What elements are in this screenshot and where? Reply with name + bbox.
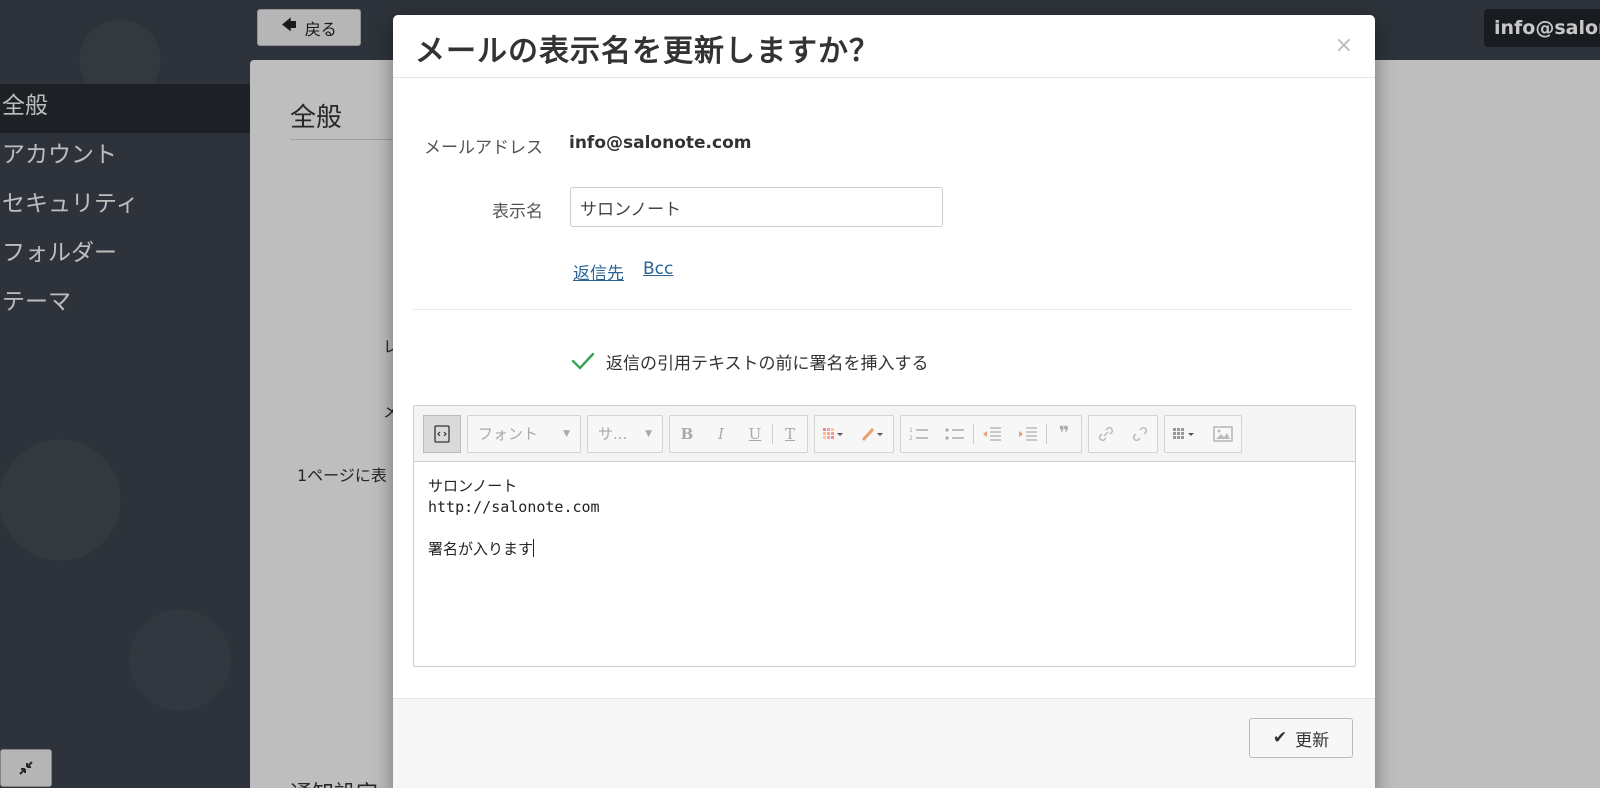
insert-link-button[interactable] xyxy=(1089,416,1123,452)
image-icon xyxy=(1213,425,1233,442)
checkmark-icon[interactable] xyxy=(570,348,596,374)
caret-down-icon: ▼ xyxy=(563,428,570,439)
dialog-header: メールの表示名を更新しますか？ × xyxy=(393,15,1375,78)
color-group xyxy=(814,414,894,453)
display-name-label: 表示名 xyxy=(492,202,543,222)
update-display-name-dialog: メールの表示名を更新しますか？ × メールアドレス info@salonote.… xyxy=(393,15,1375,788)
insert-image-button[interactable] xyxy=(1205,416,1241,452)
size-select-label: サ... xyxy=(598,425,628,443)
signature-line: http://salonote.com xyxy=(428,498,600,516)
font-select[interactable]: フォント ▼ xyxy=(467,414,581,453)
bcc-link[interactable]: Bcc xyxy=(643,259,673,279)
update-button[interactable]: ✔ 更新 xyxy=(1249,718,1353,758)
bold-button[interactable]: B xyxy=(670,416,704,452)
section-divider xyxy=(413,309,1353,310)
signature-editor: フォント ▼ サ... ▼ B I U T 1 2 ❞ サロンノート http:… xyxy=(413,405,1356,667)
dialog-footer: ✔ 更新 xyxy=(393,698,1375,788)
svg-text:1: 1 xyxy=(909,427,913,434)
insert-signature-label: 返信の引用テキストの前に署名を挿入する xyxy=(606,353,929,374)
close-icon[interactable]: × xyxy=(1335,35,1353,57)
display-name-input[interactable] xyxy=(570,187,943,227)
signature-editor-content[interactable]: サロンノート http://salonote.com 署名が入ります xyxy=(414,462,1355,574)
list-indent-group: 1 2 ❞ xyxy=(900,414,1082,453)
font-select-label: フォント xyxy=(478,425,539,443)
indent-icon xyxy=(1019,426,1037,441)
italic-button[interactable]: I xyxy=(704,416,738,452)
brush-icon xyxy=(861,427,883,441)
link-icon xyxy=(1098,426,1114,441)
insert-signature-checkbox[interactable]: 返信の引用テキストの前に署名を挿入する xyxy=(570,348,929,374)
source-code-icon xyxy=(434,424,450,443)
ordered-list-button[interactable]: 1 2 xyxy=(901,416,937,452)
reply-to-link[interactable]: 返信先 xyxy=(573,259,624,284)
update-button-label: 更新 xyxy=(1295,730,1330,751)
bullet-list-icon xyxy=(945,427,964,440)
link-group xyxy=(1088,414,1158,453)
text-format-group: B I U T xyxy=(669,414,808,453)
signature-line: 署名が入ります xyxy=(428,540,534,558)
checkmark-icon: ✔ xyxy=(1272,728,1288,748)
text-caret xyxy=(533,539,535,557)
text-color-button[interactable] xyxy=(815,416,853,452)
signature-line: サロンノート xyxy=(428,477,518,495)
remove-link-button[interactable] xyxy=(1123,416,1157,452)
color-grid-icon xyxy=(823,427,843,439)
blockquote-button[interactable]: ❞ xyxy=(1047,416,1081,452)
highlight-color-button[interactable] xyxy=(853,416,893,452)
clear-format-button[interactable]: T xyxy=(773,416,807,452)
editor-toolbar: フォント ▼ サ... ▼ B I U T 1 2 ❞ xyxy=(414,406,1355,462)
indent-button[interactable] xyxy=(1010,416,1046,452)
unlink-icon xyxy=(1132,426,1148,441)
dialog-title: メールの表示名を更新しますか？ xyxy=(415,34,880,69)
caret-down-icon: ▼ xyxy=(645,428,652,439)
svg-text:2: 2 xyxy=(909,435,913,442)
ordered-list-icon: 1 2 xyxy=(909,427,928,442)
table-grid-icon xyxy=(1173,427,1194,439)
outdent-button[interactable] xyxy=(974,416,1010,452)
outdent-icon xyxy=(983,426,1001,441)
email-value: info@salonote.com xyxy=(569,133,752,153)
source-code-button[interactable] xyxy=(423,414,461,453)
bullet-list-button[interactable] xyxy=(937,416,973,452)
size-select[interactable]: サ... ▼ xyxy=(587,414,663,453)
underline-button[interactable]: U xyxy=(738,416,772,452)
email-label: メールアドレス xyxy=(424,138,543,158)
signature-line xyxy=(428,518,1341,539)
signature-line-with-caret: 署名が入ります xyxy=(428,539,1341,560)
insert-group xyxy=(1164,414,1242,453)
insert-table-button[interactable] xyxy=(1165,416,1205,452)
